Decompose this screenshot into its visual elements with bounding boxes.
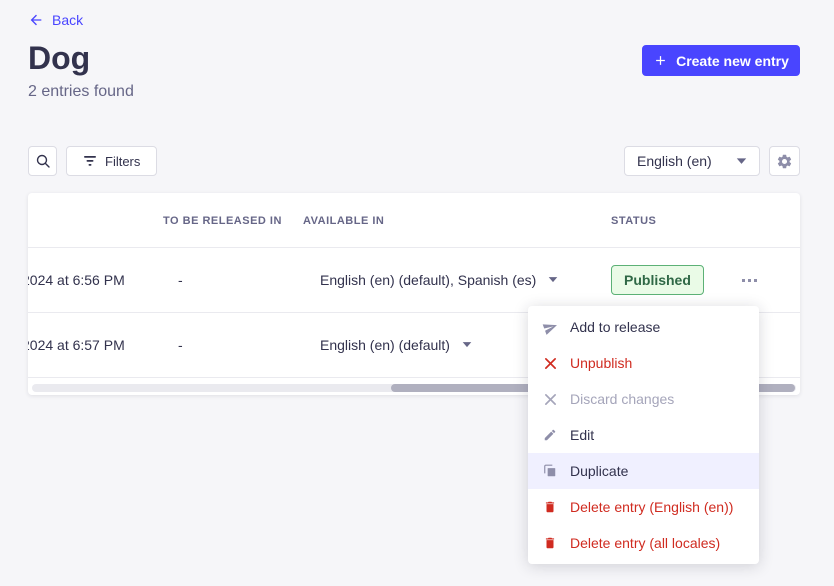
- view-settings-button[interactable]: [769, 146, 800, 176]
- column-header-status: STATUS: [611, 215, 656, 227]
- more-options-button[interactable]: [731, 268, 767, 292]
- cross-icon: [542, 391, 558, 407]
- table-header-row: TO BE RELEASED IN AVAILABLE IN STATUS: [28, 193, 800, 248]
- plus-icon: [653, 53, 668, 68]
- status-badge: Published: [611, 265, 704, 295]
- entries-count: 2 entries found: [28, 83, 134, 101]
- trash-icon: [542, 535, 558, 551]
- menu-item-label: Delete entry (all locales): [570, 535, 720, 551]
- locale-selected-value: English (en): [637, 153, 712, 169]
- row-actions-context-menu: Add to release Unpublish Discard changes…: [528, 306, 759, 564]
- create-new-entry-button[interactable]: Create new entry: [642, 45, 800, 76]
- search-icon: [35, 153, 51, 169]
- locales-expand-button[interactable]: [546, 275, 560, 285]
- menu-item-label: Delete entry (English (en)): [570, 499, 733, 515]
- table-row[interactable]: 2024 at 6:56 PM - English (en) (default)…: [28, 248, 800, 313]
- duplicate-icon: [542, 463, 558, 479]
- search-button[interactable]: [28, 146, 57, 176]
- gear-icon: [776, 153, 793, 170]
- menu-item-edit[interactable]: Edit: [528, 417, 759, 453]
- locales-cell: English (en) (default): [320, 337, 474, 353]
- locales-cell: English (en) (default), Spanish (es): [320, 272, 560, 288]
- column-header-to-be-released-in: TO BE RELEASED IN: [163, 215, 282, 227]
- menu-item-label: Add to release: [570, 319, 660, 335]
- column-header-available-in: AVAILABLE IN: [303, 215, 384, 227]
- page-title: Dog: [28, 40, 90, 77]
- create-new-entry-label: Create new entry: [676, 53, 789, 69]
- menu-item-duplicate[interactable]: Duplicate: [528, 453, 759, 489]
- filters-button[interactable]: Filters: [66, 146, 157, 176]
- send-icon: [542, 319, 558, 335]
- arrow-left-icon: [28, 12, 44, 28]
- back-label: Back: [52, 12, 83, 28]
- menu-item-label: Unpublish: [570, 355, 632, 371]
- menu-item-delete-entry-all-locales[interactable]: Delete entry (all locales): [528, 525, 759, 561]
- menu-item-label: Duplicate: [570, 463, 628, 479]
- locales-value: English (en) (default): [320, 337, 450, 353]
- menu-item-add-to-release[interactable]: Add to release: [528, 309, 759, 345]
- menu-item-label: Discard changes: [570, 391, 674, 407]
- menu-item-delete-entry-locale[interactable]: Delete entry (English (en)): [528, 489, 759, 525]
- pencil-icon: [542, 427, 558, 443]
- trash-icon: [542, 499, 558, 515]
- menu-item-unpublish[interactable]: Unpublish: [528, 345, 759, 381]
- caret-down-icon: [462, 342, 472, 348]
- locales-expand-button[interactable]: [460, 340, 474, 350]
- caret-down-icon: [548, 277, 558, 283]
- ellipsis-icon: [742, 279, 745, 282]
- release-cell: -: [178, 272, 183, 288]
- updated-date-cell: 2024 at 6:57 PM: [28, 337, 125, 353]
- content-manager-list-view: Back Dog 2 entries found Create new entr…: [0, 0, 834, 586]
- back-link[interactable]: Back: [28, 12, 83, 28]
- locales-value: English (en) (default), Spanish (es): [320, 272, 536, 288]
- cross-icon: [542, 355, 558, 371]
- locale-select[interactable]: English (en): [624, 146, 760, 176]
- chevron-down-icon: [736, 158, 747, 165]
- menu-item-label: Edit: [570, 427, 594, 443]
- release-cell: -: [178, 337, 183, 353]
- updated-date-cell: 2024 at 6:56 PM: [28, 272, 125, 288]
- filters-label: Filters: [105, 154, 140, 169]
- menu-item-discard-changes: Discard changes: [528, 381, 759, 417]
- filter-icon: [83, 155, 97, 167]
